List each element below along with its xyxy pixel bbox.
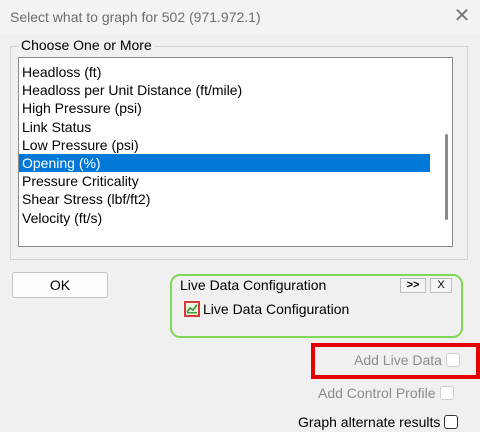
graph-alternate-label: Graph alternate results [298,414,441,430]
live-data-icon [184,301,200,317]
list-item[interactable]: Pressure Criticality [19,172,430,190]
add-control-profile-checkbox[interactable] [439,386,454,400]
list-item[interactable]: Headloss per Unit Distance (ft/mile) [19,81,430,99]
list-item[interactable]: High Pressure (psi) [19,99,430,117]
add-live-data-option[interactable]: Add Live Data [354,352,460,368]
live-data-close-button[interactable]: X [430,278,452,293]
group-legend: Choose One or More [18,37,155,53]
list-scrollbar[interactable] [430,58,452,246]
live-data-item[interactable]: Live Data Configuration [184,298,349,320]
add-live-data-checkbox[interactable] [445,353,460,367]
list-items: Headloss (ft) Headloss per Unit Distance … [19,63,430,227]
add-live-data-label: Add Live Data [354,352,442,368]
expand-button[interactable]: >> [400,278,426,293]
list-item[interactable]: Low Pressure (psi) [19,136,430,154]
add-control-profile-option[interactable]: Add Control Profile [318,385,454,401]
graph-alternate-checkbox[interactable] [444,415,459,429]
graph-alternate-option[interactable]: Graph alternate results [298,414,459,430]
live-data-title: Live Data Configuration [180,277,327,293]
scrollbar-thumb[interactable] [445,134,448,220]
live-data-item-label: Live Data Configuration [203,301,350,317]
ok-button[interactable]: OK [12,272,108,298]
title-bar: Select what to graph for 502 (971.972.1)… [0,0,480,34]
list-item[interactable]: Velocity (ft/s) [19,209,430,227]
list-item[interactable]: Link Status [19,118,430,136]
list-item[interactable]: Opening (%) [19,153,430,173]
close-icon[interactable]: ✕ [452,5,472,27]
graph-options-list[interactable]: Headloss (ft) Headloss per Unit Distance … [18,57,453,247]
list-item[interactable]: Shear Stress (lbf/ft2) [19,190,430,208]
window-title: Select what to graph for 502 (971.972.1) [10,9,261,25]
add-control-profile-label: Add Control Profile [318,385,436,401]
list-item[interactable]: Headloss (ft) [19,63,430,81]
